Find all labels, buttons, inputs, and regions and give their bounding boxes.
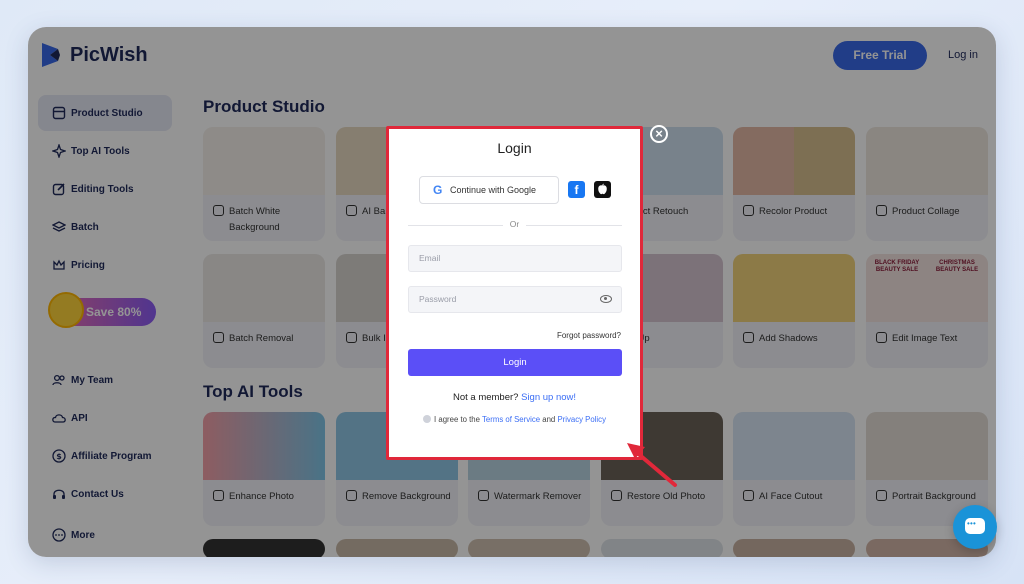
app-window: PicWish Free Trial Log in Product Studio… [28, 27, 996, 557]
close-modal-button[interactable]: × [650, 125, 668, 143]
chat-icon [965, 518, 985, 534]
close-icon: × [655, 126, 663, 141]
chat-support-button[interactable] [953, 505, 997, 549]
pointer-arrow-icon [627, 443, 677, 487]
highlight-box [386, 126, 643, 460]
